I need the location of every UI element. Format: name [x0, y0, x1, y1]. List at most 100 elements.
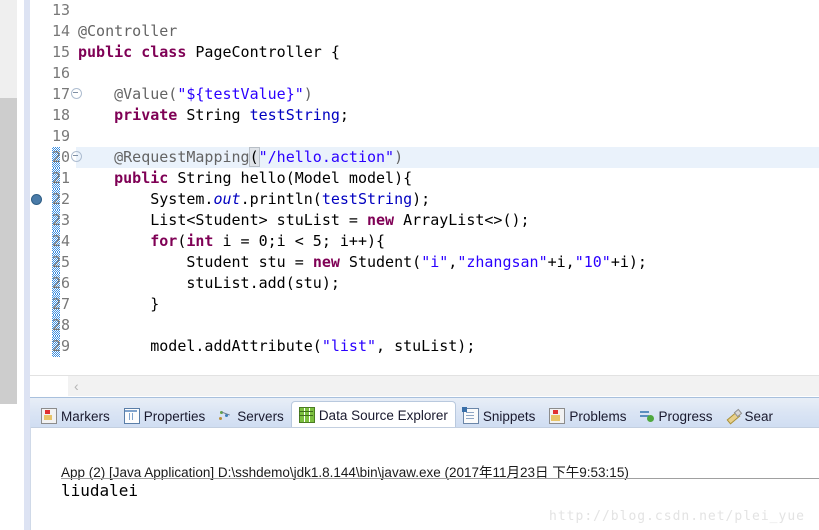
line-number: 14	[51, 22, 70, 40]
view-tab-data-source-explorer[interactable]: Data Source Explorer	[290, 401, 456, 428]
snippets-icon	[461, 407, 479, 424]
watermark-url: http://blog.csdn.net/plei_yue	[549, 509, 805, 524]
code-token: List<Student> stuList =	[78, 211, 367, 229]
code-line-text: Student stu = new Student("i","zhangsan"…	[78, 252, 647, 273]
line-number: 26	[51, 274, 70, 292]
code-line-text: @Value("${testValue}")	[78, 84, 313, 105]
view-tab-properties[interactable]: Properties	[117, 404, 213, 428]
code-line[interactable]: 22 System.out.println(testString);	[30, 189, 819, 210]
view-tab-progress[interactable]: Progress	[633, 404, 719, 428]
code-token: public	[78, 43, 133, 61]
view-tab-label: Problems	[569, 408, 627, 424]
line-number: 21	[51, 169, 70, 187]
view-tab-servers[interactable]: Servers	[212, 404, 291, 428]
view-tab-snippets[interactable]: Snippets	[456, 404, 543, 428]
code-token: "10"	[574, 253, 611, 271]
code-line-text: @Controller	[78, 21, 177, 42]
line-number: 24	[51, 232, 70, 250]
console-view[interactable]: App (2) [Java Application] D:\sshdemo\jd…	[30, 427, 819, 530]
code-token: @Controller	[78, 22, 178, 40]
code-token: int	[186, 232, 214, 250]
code-line[interactable]: 28	[30, 315, 819, 336]
code-line-text: public class PageController {	[78, 42, 340, 63]
code-token: ;	[339, 106, 349, 124]
progress-icon	[640, 409, 655, 423]
editor-horizontal-scrollbar[interactable]: ‹	[30, 375, 819, 396]
view-tab-label: Sear	[744, 408, 774, 424]
code-line-text: }	[78, 294, 159, 315]
line-number: 28	[51, 316, 70, 334]
code-token: ,	[448, 253, 458, 271]
line-number: 19	[51, 127, 70, 145]
editor-left-gap	[17, 0, 24, 404]
code-line-text: public String hello(Model model){	[78, 168, 412, 189]
line-number: 18	[51, 106, 70, 124]
code-line-text: for(int i = 0;i < 5; i++){	[78, 231, 385, 252]
java-code-editor[interactable]: 13 14 @Controller 15 public class PageContro…	[30, 0, 819, 375]
code-token: Student(	[339, 253, 422, 271]
code-token: out	[213, 190, 241, 208]
code-token: +i,	[547, 253, 575, 271]
code-line-text: model.addAttribute("list", stuList);	[78, 336, 475, 357]
code-line[interactable]: 17 @Value("${testValue}")	[30, 84, 819, 105]
code-line[interactable]: 19	[30, 126, 819, 147]
code-line[interactable]: 26 stuList.add(stu);	[30, 273, 819, 294]
scroll-left-arrow-icon[interactable]: ‹	[74, 376, 79, 396]
code-token: "list"	[321, 337, 377, 355]
code-token: stuList.add(stu);	[78, 274, 340, 292]
console-header-rule	[61, 478, 819, 479]
code-token: );	[412, 190, 431, 208]
code-token: private	[114, 106, 178, 124]
code-token: Student stu =	[78, 253, 313, 271]
line-number: 16	[51, 64, 70, 82]
view-tab-list: Markers Properties Servers Data Source Expl…	[34, 400, 780, 428]
line-number: 25	[51, 253, 70, 271]
code-token: String	[177, 106, 250, 124]
code-token: class	[141, 43, 187, 61]
code-line[interactable]: 27 }	[30, 294, 819, 315]
search-icon	[726, 409, 740, 423]
view-tab-markers[interactable]: Markers	[34, 404, 117, 428]
code-line[interactable]: 16	[30, 63, 819, 84]
code-line[interactable]: 21 public String hello(Model model){	[30, 168, 819, 189]
code-line[interactable]: 23 List<Student> stuList = new ArrayList…	[30, 210, 819, 231]
view-tab-problems[interactable]: Problems	[542, 404, 633, 428]
code-line[interactable]: 14 @Controller	[30, 21, 819, 42]
outer-vertical-scrollbar-thumb[interactable]	[0, 98, 17, 404]
code-line[interactable]: 20 @RequestMapping("/hello.action")	[30, 147, 819, 168]
code-token: System.	[78, 190, 214, 208]
line-number: 23	[51, 211, 70, 229]
servers-icon	[219, 409, 233, 423]
code-token: "zhangsan"	[457, 253, 548, 271]
console-output-text: liudalei	[61, 481, 139, 500]
code-token: new	[366, 211, 395, 229]
breakpoint-icon[interactable]	[31, 194, 42, 205]
code-line[interactable]: 24 for(int i = 0;i < 5; i++){	[30, 231, 819, 252]
code-line[interactable]: 29 model.addAttribute("list", stuList);	[30, 336, 819, 357]
code-line[interactable]: 18 private String testString;	[30, 105, 819, 126]
code-token: String hello(Model model){	[168, 169, 413, 187]
view-tab-label: Snippets	[482, 408, 536, 424]
view-tab-sear[interactable]: Sear	[719, 404, 780, 428]
code-token: new	[312, 253, 340, 271]
code-token: i = 0;i < 5; i++){	[213, 232, 386, 250]
markers-icon	[41, 408, 57, 424]
code-token: "i"	[421, 253, 449, 271]
code-token: .println(	[240, 190, 322, 208]
code-line-text: stuList.add(stu);	[78, 273, 340, 294]
view-tab-label: Markers	[61, 408, 110, 424]
line-number: 13	[51, 1, 70, 19]
database-icon	[298, 407, 315, 423]
code-token: )	[394, 148, 404, 166]
code-token: , stuList);	[376, 337, 476, 355]
code-line[interactable]: 15 public class PageController {	[30, 42, 819, 63]
properties-icon	[123, 408, 140, 424]
line-number: 15	[51, 43, 70, 61]
code-token: ArrayList<>();	[394, 211, 530, 229]
outer-vertical-scrollbar-track[interactable]	[0, 0, 17, 404]
code-token: )	[303, 85, 313, 103]
code-token: @Value(	[78, 85, 178, 103]
code-line[interactable]: 13	[30, 0, 819, 21]
code-line[interactable]: 25 Student stu = new Student("i","zhangs…	[30, 252, 819, 273]
